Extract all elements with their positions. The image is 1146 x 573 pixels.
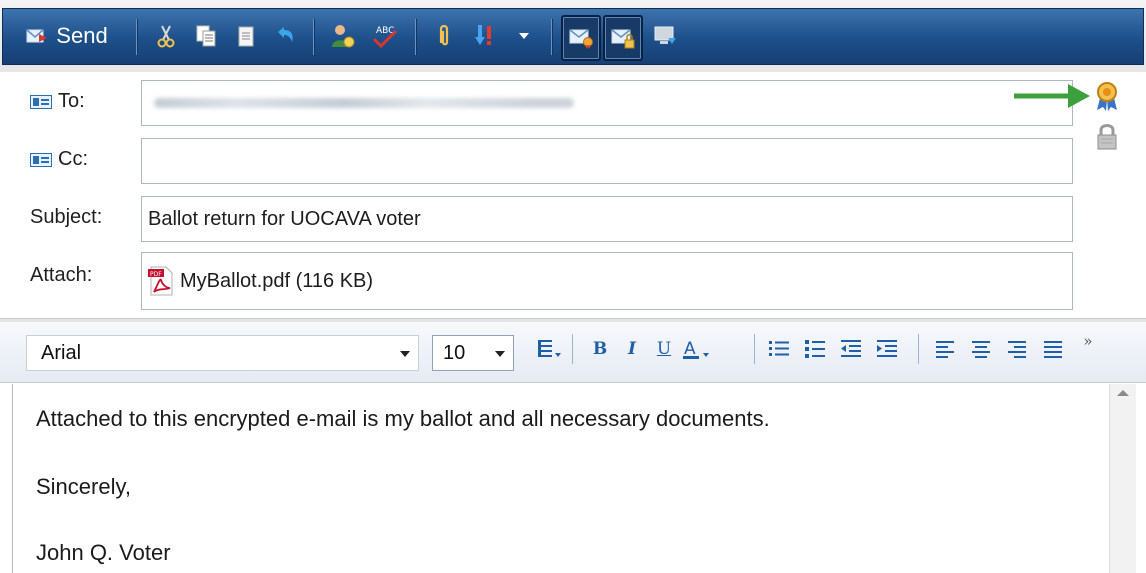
annotation-arrow	[1014, 84, 1090, 108]
attach-file-button[interactable]	[429, 21, 459, 51]
font-size-value: 10	[443, 341, 466, 364]
font-size-select[interactable]: 10	[432, 335, 514, 371]
sign-message-icon	[569, 29, 593, 49]
paste-button[interactable]	[231, 21, 261, 51]
format-separator	[918, 334, 919, 364]
format-separator	[572, 334, 573, 364]
attachment-name: MyBallot.pdf (116 KB)	[180, 269, 374, 292]
numbered-list-icon	[769, 341, 789, 356]
justify-icon	[1044, 341, 1062, 358]
justify-button[interactable]	[1038, 334, 1068, 364]
encrypt-message-button[interactable]	[603, 15, 643, 61]
toolbar-separator	[136, 19, 138, 55]
align-center-button[interactable]	[966, 334, 996, 364]
toolbar-separator	[551, 19, 553, 55]
address-book-button[interactable]	[327, 21, 359, 51]
work-offline-button[interactable]	[649, 21, 681, 51]
dropdown-arrow-icon	[519, 33, 529, 39]
contact-card-icon	[30, 94, 52, 109]
more-options-button[interactable]: »	[1076, 326, 1100, 356]
spell-check-button[interactable]: ABC	[369, 21, 401, 51]
toolbar-strip: Send ABC	[2, 8, 1144, 65]
spell-check-icon: ABC	[372, 26, 398, 49]
cc-field[interactable]	[141, 138, 1073, 184]
to-field[interactable]	[141, 80, 1073, 126]
cut-button[interactable]	[151, 21, 181, 51]
pdf-badge-text: PDF	[150, 271, 162, 278]
undo-button[interactable]	[271, 21, 301, 51]
attachment-field[interactable]: PDF MyBallot.pdf (116 KB)	[141, 252, 1073, 310]
cc-address-book-button[interactable]: Cc:	[30, 148, 88, 171]
format-separator	[754, 334, 755, 364]
attachment-item[interactable]: PDF MyBallot.pdf (116 KB)	[148, 266, 373, 296]
contact-card-icon	[30, 152, 52, 167]
priority-icon	[475, 25, 491, 45]
sign-message-button[interactable]	[561, 15, 601, 61]
body-line: Sincerely,	[36, 474, 131, 499]
attach-icon	[439, 24, 449, 46]
body-left-border	[12, 384, 13, 573]
encrypt-message-icon	[611, 29, 635, 49]
chevron-down-icon	[400, 351, 410, 357]
subject-field[interactable]: Ballot return for UOCAVA voter	[141, 196, 1073, 242]
main-toolbar: Send ABC	[0, 0, 1146, 72]
digital-signature-ribbon-icon[interactable]	[1094, 80, 1120, 112]
format-toolbar: Arial 10 B I U A »	[0, 322, 1146, 383]
font-color-button[interactable]: A	[678, 334, 716, 364]
bullet-list-icon	[805, 340, 825, 358]
font-color-icon: A	[683, 339, 709, 359]
to-label: To:	[58, 90, 85, 112]
offline-icon	[654, 26, 676, 44]
send-button-label: Send	[56, 23, 108, 48]
subject-label: Subject:	[30, 206, 103, 228]
increase-indent-icon	[877, 340, 897, 357]
subject-value: Ballot return for UOCAVA voter	[148, 207, 421, 230]
font-family-value: Arial	[41, 341, 82, 364]
italic-button[interactable]: I	[620, 334, 644, 364]
numbered-list-button[interactable]	[764, 334, 794, 364]
paste-icon	[238, 26, 254, 47]
align-right-button[interactable]	[1002, 334, 1032, 364]
body-line: John Q. Voter	[36, 540, 171, 565]
to-address-book-button[interactable]: To:	[30, 90, 85, 113]
cut-icon	[157, 25, 175, 48]
toolbar-separator	[313, 19, 315, 55]
body-line: Attached to this encrypted e-mail is my …	[36, 406, 770, 431]
copy-icon	[196, 25, 216, 47]
align-center-icon	[972, 341, 990, 358]
pdf-file-icon: PDF	[148, 266, 173, 296]
bullet-list-button[interactable]	[800, 334, 830, 364]
priority-button[interactable]	[469, 21, 499, 51]
toolbar-separator	[415, 19, 417, 55]
copy-button[interactable]	[191, 21, 221, 51]
underline-button[interactable]: U	[652, 334, 676, 364]
align-left-icon	[936, 341, 954, 358]
scroll-up-arrow-icon[interactable]	[1117, 390, 1129, 396]
undo-icon	[278, 27, 293, 42]
vertical-scrollbar[interactable]	[1109, 384, 1136, 573]
decrease-indent-button[interactable]	[836, 334, 866, 364]
bold-button[interactable]: B	[588, 334, 612, 364]
address-book-icon	[332, 25, 355, 48]
decrease-indent-icon	[841, 340, 861, 357]
paragraph-style-icon	[538, 340, 561, 357]
priority-dropdown[interactable]	[509, 21, 539, 51]
font-family-select[interactable]: Arial	[26, 335, 419, 371]
send-button[interactable]: Send	[11, 21, 123, 51]
align-left-button[interactable]	[930, 334, 960, 364]
cc-label: Cc:	[58, 148, 88, 170]
to-recipient-blurred	[154, 98, 574, 108]
send-icon	[26, 29, 48, 43]
lock-icon[interactable]	[1095, 122, 1119, 152]
align-right-icon	[1008, 341, 1026, 358]
increase-indent-button[interactable]	[872, 334, 902, 364]
chevron-down-icon	[495, 351, 505, 357]
paragraph-style-button[interactable]	[533, 334, 565, 364]
attach-label: Attach:	[30, 264, 93, 286]
message-body[interactable]: Attached to this encrypted e-mail is my …	[14, 384, 1109, 573]
